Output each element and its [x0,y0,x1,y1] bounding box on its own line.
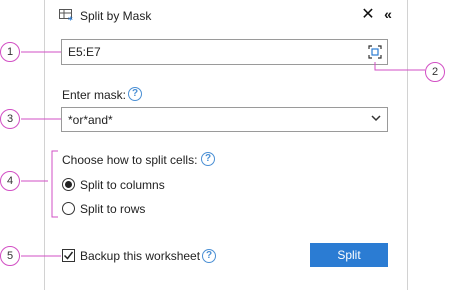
mask-label: Enter mask: [62,88,127,102]
radio-selected-dot [65,181,72,188]
radio-button[interactable] [62,202,75,215]
range-field[interactable] [61,39,388,65]
checkmark-icon [63,251,74,260]
help-icon[interactable]: ? [128,87,142,101]
svg-text:*: * [68,16,73,23]
select-range-icon[interactable] [368,45,382,59]
callout-5: 5 [0,246,20,266]
close-button[interactable]: ✕ [361,7,375,23]
split-mode-label: Choose how to split cells: [62,153,198,167]
range-input[interactable] [68,45,348,59]
close-icon: ✕ [361,6,375,23]
help-icon[interactable]: ? [201,152,215,166]
radio-label: Split to columns [80,178,165,192]
mask-value: *or*and* [68,113,113,127]
chevron-down-icon[interactable] [371,113,381,123]
split-button[interactable]: Split [310,243,388,267]
callout-4: 4 [0,171,20,191]
split-mask-icon: * [59,9,73,23]
callout-3: 3 [0,109,20,129]
mask-dropdown[interactable]: *or*and* [61,107,388,132]
callout-1: 1 [0,42,20,62]
panel-title: Split by Mask [80,9,152,23]
radio-label: Split to rows [80,202,146,216]
backup-checkbox[interactable] [62,249,75,262]
callout-2: 2 [425,62,445,82]
collapse-icon: « [384,6,392,22]
help-icon[interactable]: ? [202,249,216,263]
radio-button[interactable] [62,178,75,191]
backup-label: Backup this worksheet [80,249,201,263]
collapse-button[interactable]: « [381,6,395,22]
